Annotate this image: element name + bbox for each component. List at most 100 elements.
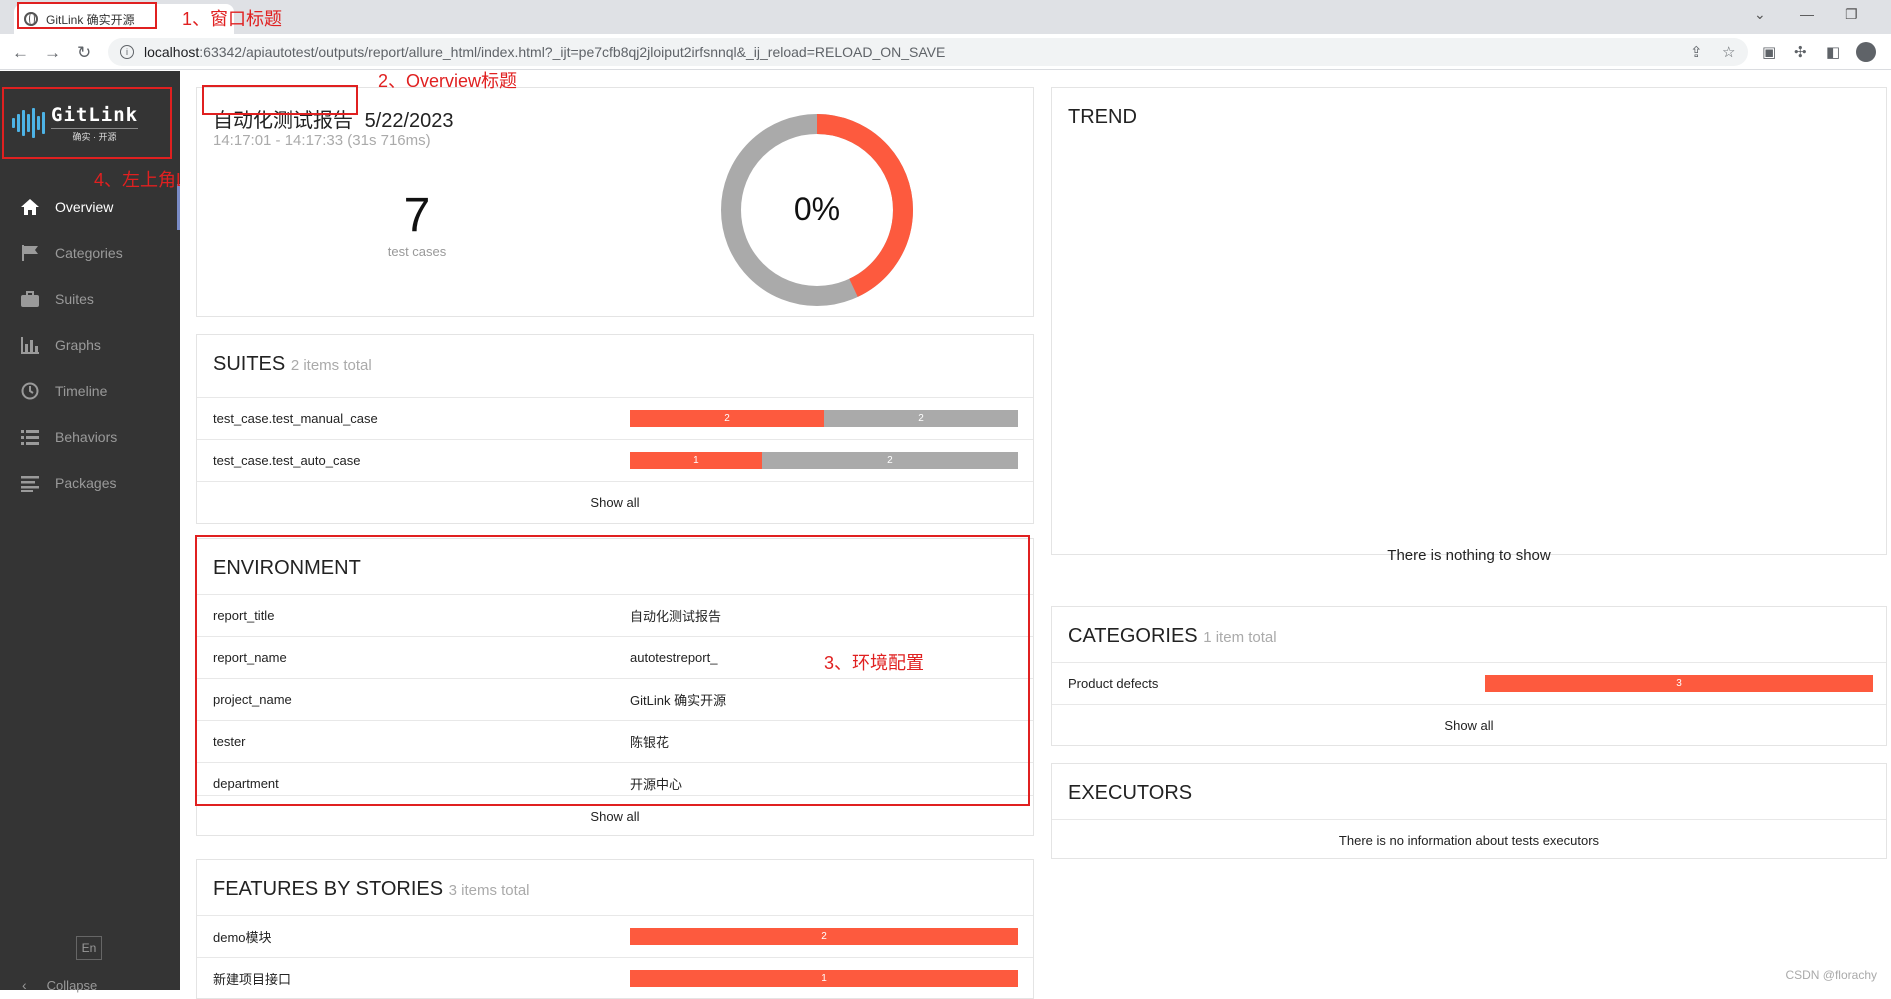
info-icon[interactable]: i xyxy=(120,45,134,59)
sidebar-item-label: Packages xyxy=(55,475,116,491)
trend-empty-text: There is nothing to show xyxy=(1051,547,1887,564)
failed-segment: 1 xyxy=(630,970,1018,987)
test-count: 7 xyxy=(357,188,477,243)
browser-tab-bar: GitLink 确实开源 ⌄ — ❐ xyxy=(0,0,1891,34)
failed-segment: 3 xyxy=(1485,675,1873,692)
puzzle-icon[interactable]: ✣ xyxy=(1794,43,1807,61)
features-widget: FEATURES BY STORIES 3 items total demo模块… xyxy=(196,859,1034,999)
forward-icon[interactable]: → xyxy=(44,43,61,63)
logo-main-text: GitLink xyxy=(51,104,138,126)
star-icon[interactable]: ☆ xyxy=(1722,43,1735,61)
address-bar: ← → ↻ i localhost:63342/apiautotest/outp… xyxy=(0,34,1891,70)
sidebar-item-label: Suites xyxy=(55,291,94,307)
restore-icon[interactable]: ❐ xyxy=(1845,6,1858,23)
minimize-icon[interactable]: — xyxy=(1800,6,1814,22)
annotation-window-title: 1、窗口标题 xyxy=(182,5,282,31)
profile-avatar[interactable] xyxy=(1856,42,1876,62)
sidebar: GitLink 确实 · 开源 Overview Categories Suit… xyxy=(0,71,180,990)
extension-x-icon[interactable]: ▣ xyxy=(1762,43,1776,61)
list-icon xyxy=(20,428,40,446)
failed-segment: 2 xyxy=(630,410,824,427)
language-switch[interactable]: En xyxy=(76,936,102,960)
table-row[interactable]: demo模块 2 xyxy=(197,915,1033,957)
url-path: :63342/apiautotest/outputs/report/allure… xyxy=(199,44,945,60)
suites-title-text: SUITES xyxy=(213,353,285,375)
features-title-text: FEATURES BY STORIES xyxy=(213,878,443,900)
sidebar-item-packages[interactable]: Packages xyxy=(0,460,180,506)
bar-chart-icon xyxy=(20,336,40,354)
categories-widget: CATEGORIES 1 item total Product defects … xyxy=(1051,606,1887,746)
sidebar-item-behaviors[interactable]: Behaviors xyxy=(0,414,180,460)
annotation-box-tab xyxy=(17,2,157,29)
categories-show-all-link[interactable]: Show all xyxy=(1052,704,1886,746)
suites-title: SUITES 2 items total xyxy=(197,335,1033,376)
sidebar-item-timeline[interactable]: Timeline xyxy=(0,368,180,414)
suites-widget: SUITES 2 items total test_case.test_manu… xyxy=(196,334,1034,524)
watermark: CSDN @florachy xyxy=(1785,968,1877,982)
summary-time: 14:17:01 - 14:17:33 (31s 716ms) xyxy=(213,132,431,149)
summary-widget: 自动化测试报告 5/22/2023 14:17:01 - 14:17:33 (3… xyxy=(196,87,1034,317)
share-icon[interactable]: ⇪ xyxy=(1690,43,1703,61)
sidebar-item-graphs[interactable]: Graphs xyxy=(0,322,180,368)
category-name: Product defects xyxy=(1068,676,1158,691)
sidebar-item-suites[interactable]: Suites xyxy=(0,276,180,322)
categories-title: CATEGORIES 1 item total xyxy=(1052,607,1886,648)
trend-widget: TREND xyxy=(1051,87,1887,555)
logo[interactable]: GitLink 确实 · 开源 xyxy=(2,87,172,159)
suites-count: 2 items total xyxy=(291,357,372,374)
chevron-down-icon[interactable]: ⌄ xyxy=(1754,6,1766,23)
home-icon xyxy=(20,198,40,216)
sidepanel-icon[interactable]: ◧ xyxy=(1826,43,1840,61)
failed-segment: 2 xyxy=(630,928,1018,945)
sidebar-item-label: Overview xyxy=(55,199,113,215)
sidebar-item-categories[interactable]: Categories xyxy=(0,230,180,276)
unknown-segment: 2 xyxy=(762,452,1018,469)
reload-icon[interactable]: ↻ xyxy=(77,43,91,63)
trend-title: TREND xyxy=(1052,88,1886,129)
categories-count: 1 item total xyxy=(1203,629,1276,646)
table-row[interactable]: Product defects 3 xyxy=(1052,662,1886,704)
status-bar: 1 xyxy=(630,970,1018,987)
table-row[interactable]: test_case.test_manual_case 2 2 xyxy=(197,397,1033,439)
sidebar-menu: Overview Categories Suites Graphs Timeli… xyxy=(0,184,180,506)
sidebar-item-label: Graphs xyxy=(55,337,101,353)
suites-show-all-link[interactable]: Show all xyxy=(197,481,1033,523)
briefcase-icon xyxy=(20,290,40,308)
suite-name: test_case.test_auto_case xyxy=(213,453,360,468)
executors-title: EXECUTORS xyxy=(1052,764,1886,805)
table-row[interactable]: test_case.test_auto_case 1 2 xyxy=(197,439,1033,481)
back-icon[interactable]: ← xyxy=(12,43,29,63)
success-percent: 0% xyxy=(794,191,840,227)
status-bar: 2 xyxy=(630,928,1018,945)
success-donut-chart: 0% xyxy=(717,110,917,310)
chevron-left-icon: ‹ xyxy=(22,977,27,993)
status-bar: 2 2 xyxy=(630,410,1018,427)
suite-name: test_case.test_manual_case xyxy=(213,411,378,426)
logo-mark-icon xyxy=(12,108,45,138)
clock-icon xyxy=(20,382,40,400)
unknown-segment: 2 xyxy=(824,410,1018,427)
flag-icon xyxy=(20,244,40,262)
annotation-box-title xyxy=(202,85,358,115)
sidebar-item-label: Timeline xyxy=(55,383,107,399)
status-bar: 1 2 xyxy=(630,452,1018,469)
url-field[interactable]: i localhost:63342/apiautotest/outputs/re… xyxy=(108,38,1748,66)
features-title: FEATURES BY STORIES 3 items total xyxy=(197,860,1033,901)
annotation-overview-title: 2、Overview标题 xyxy=(378,67,517,93)
logo-text: GitLink 确实 · 开源 xyxy=(51,104,138,143)
categories-title-text: CATEGORIES xyxy=(1068,625,1198,647)
failed-segment: 1 xyxy=(630,452,762,469)
test-count-label: test cases xyxy=(357,244,477,259)
feature-name: demo模块 xyxy=(213,927,272,946)
annotation-environment: 3、环境配置 xyxy=(824,649,924,675)
collapse-label: Collapse xyxy=(47,978,98,993)
features-count: 3 items total xyxy=(449,882,530,899)
main-content: 自动化测试报告 5/22/2023 14:17:01 - 14:17:33 (3… xyxy=(180,71,1891,990)
table-row[interactable]: 新建项目接口 1 xyxy=(197,957,1033,999)
url-host: localhost xyxy=(144,44,199,60)
summary-date: 5/22/2023 xyxy=(365,110,454,132)
sidebar-item-label: Categories xyxy=(55,245,123,261)
feature-name: 新建项目接口 xyxy=(213,969,291,988)
collapse-button[interactable]: ‹ Collapse xyxy=(22,977,97,993)
align-left-icon xyxy=(20,474,40,492)
